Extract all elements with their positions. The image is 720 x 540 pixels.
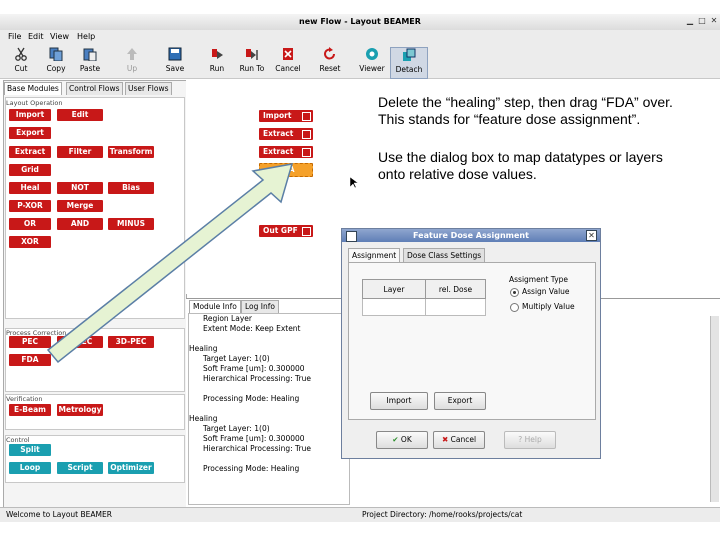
feature-dose-dialog: Feature Dose Assignment ✕ Assignment Dos… [341,228,601,459]
dialog-title-bar[interactable]: Feature Dose Assignment ✕ [342,229,600,242]
tab-assignment[interactable]: Assignment [348,248,401,263]
instructions: Delete the “healing” step, then drag “FD… [378,94,678,204]
radio-multiply-value[interactable] [510,303,519,312]
x-icon: ✖ [441,435,449,444]
instruction-step-1: Delete the “healing” step, then drag “FD… [378,94,673,127]
info-line [189,454,349,464]
dialog-assignment-panel: Layer rel. Dose Assigment Type Assign Va… [348,262,596,420]
assignment-type-label: Assigment Type [509,275,569,284]
radio-multiply-value-label: Multiply Value [522,302,575,311]
mapping-table[interactable]: Layer rel. Dose [362,279,486,316]
close-icon[interactable]: ✕ [586,230,597,241]
instruction-step-2: Use the dialog box to map datatypes or l… [378,149,663,182]
info-line: Target Layer: 1(0) [203,354,270,363]
column-header-layer: Layer [362,279,426,299]
assignment-type-group: Assigment Type Assign Value Multiply Val… [501,271,589,317]
help-label: Help [524,435,542,444]
info-line: Hierarchical Processing: True [203,374,311,383]
radio-assign-value-label: Assign Value [522,287,570,296]
status-message: Welcome to Layout BEAMER [6,510,112,519]
cancel-dialog-button[interactable]: ✖ Cancel [433,431,485,449]
tab-dose-class-settings[interactable]: Dose Class Settings [403,248,486,263]
import-button[interactable]: Import [370,392,428,410]
info-line: Soft Frame [um]: 0.300000 [203,364,305,373]
info-line: Healing [189,414,218,423]
column-header-rel-dose: rel. Dose [425,279,486,299]
info-line: Processing Mode: Healing [203,464,300,473]
project-directory: Project Directory: /home/rooks/projects/… [362,510,523,519]
info-line: Hierarchical Processing: True [203,444,311,453]
mouse-cursor-icon [350,177,358,188]
radio-assign-value[interactable] [510,288,519,297]
info-line: Processing Mode: Healing [203,394,300,403]
info-line [189,384,349,394]
info-line: Target Layer: 1(0) [203,424,270,433]
check-icon: ✔ [392,435,399,444]
info-scrollbar[interactable] [710,316,719,502]
module-info-text: Region Layer Extent Mode: Keep Extent He… [188,313,350,505]
status-bar: Welcome to Layout BEAMER Project Directo… [0,507,720,522]
help-button[interactable]: ? Help [504,431,556,449]
table-header-row: Layer rel. Dose [362,279,486,299]
tab-log-info[interactable]: Log Info [241,300,279,313]
info-line [189,404,349,414]
ok-button[interactable]: ✔ OK [376,431,428,449]
help-icon: ? [518,435,523,444]
table-row[interactable] [362,298,486,316]
info-line: Extent Mode: Keep Extent [203,324,301,333]
info-line: Healing [189,344,218,353]
tab-module-info[interactable]: Module Info [189,300,241,313]
info-line [189,334,349,344]
info-line: Soft Frame [um]: 0.300000 [203,434,305,443]
ok-label: OK [400,435,412,444]
info-line: Region Layer [203,314,252,323]
dialog-title: Feature Dose Assignment [413,231,529,240]
cancel-label: Cancel [450,435,477,444]
export-button[interactable]: Export [434,392,486,410]
